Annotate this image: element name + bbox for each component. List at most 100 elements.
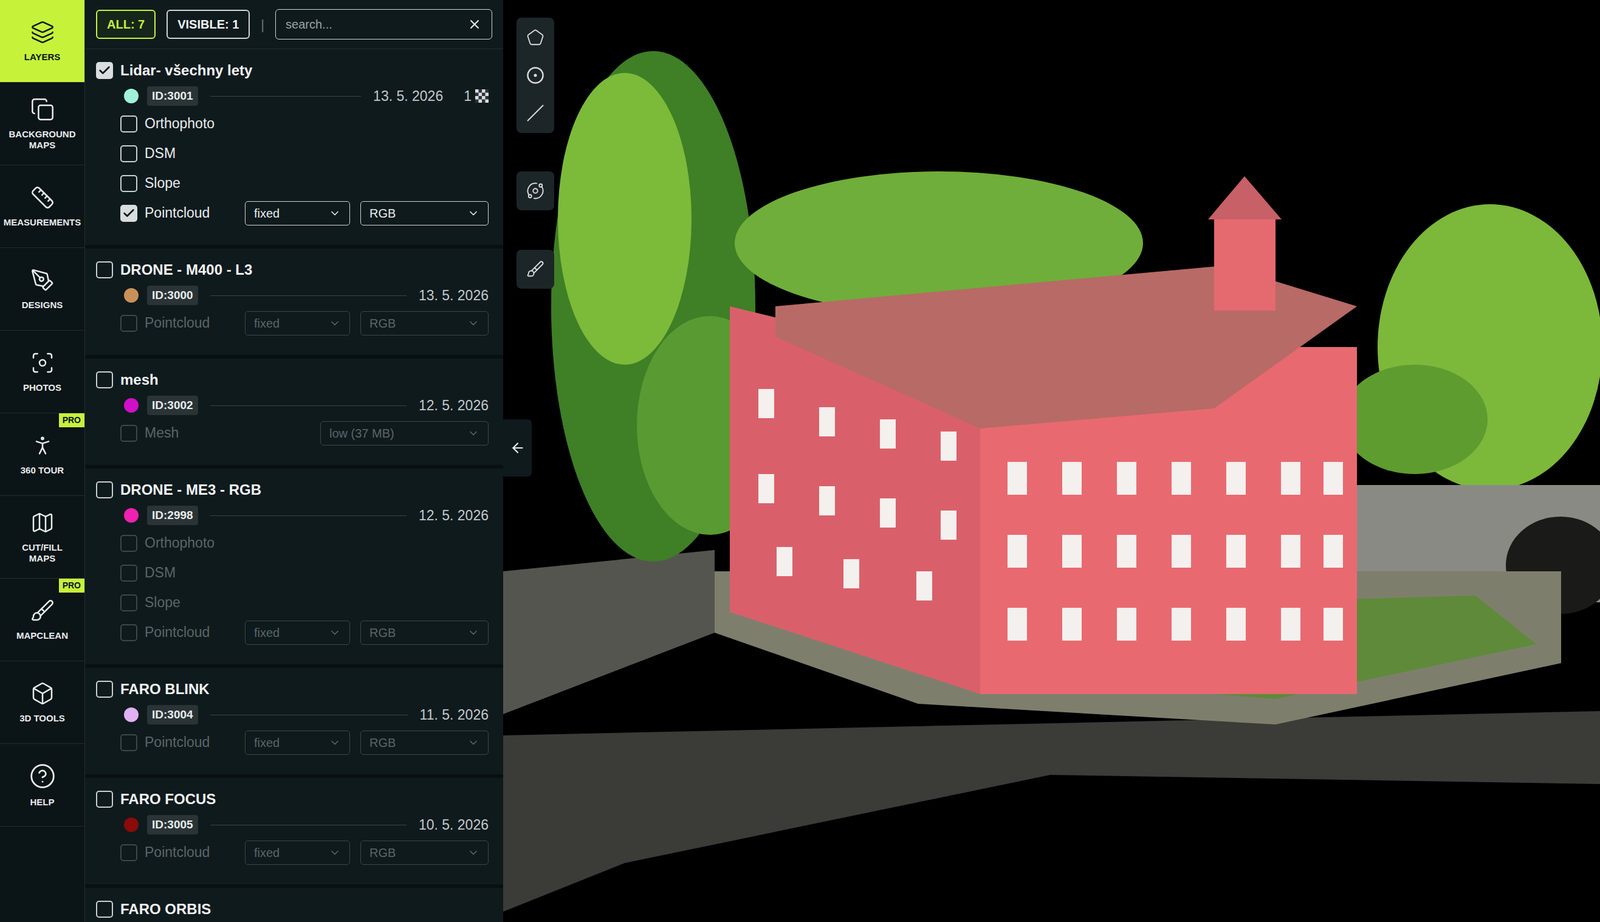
sublayer-checkbox[interactable]	[120, 314, 138, 332]
layer-card: DRONE - M400 - L3ID:300013. 5. 2026Point…	[85, 248, 504, 355]
layer-checkbox[interactable]	[96, 371, 114, 389]
layer-title-row: DRONE - M400 - L3	[96, 257, 489, 283]
layer-name[interactable]: FARO BLINK	[120, 678, 210, 701]
nav-item[interactable]: CUT/FILLMAPS	[0, 495, 85, 579]
sublayer-checkbox[interactable]	[120, 534, 138, 552]
sublayer-checkbox[interactable]	[120, 564, 138, 582]
nav-item[interactable]: MEASUREMENTS	[0, 165, 85, 248]
sublayer-checkbox[interactable]	[120, 145, 138, 163]
layer-checkbox[interactable]	[96, 790, 114, 808]
sublayer-checkbox[interactable]	[120, 594, 138, 612]
layer-card: meshID:300212. 5. 2026Meshlow (37 MB)	[85, 358, 504, 465]
nav-item[interactable]: 3D TOOLS	[0, 661, 85, 744]
sublayer-row: PointcloudfixedRGB	[96, 617, 489, 648]
collapse-panel-button[interactable]	[503, 419, 532, 477]
point-tool[interactable]	[516, 56, 555, 95]
nav-label: MEASUREMENTS	[3, 216, 82, 228]
layer-name[interactable]: DRONE - ME3 - RGB	[120, 478, 262, 501]
layer-color-dot	[123, 88, 139, 104]
check-icon	[122, 206, 136, 220]
layer-name[interactable]: FARO FOCUS	[120, 788, 216, 811]
sublayer-checkbox[interactable]	[120, 734, 138, 752]
layer-date: 12. 5. 2026	[418, 394, 489, 417]
clear-icon[interactable]	[467, 17, 482, 32]
layer-checkbox[interactable]	[96, 900, 114, 918]
sublayer-row: Orthophoto	[96, 108, 489, 139]
sublayer-label: Mesh	[144, 422, 313, 444]
search-field[interactable]	[275, 9, 493, 40]
layer-info-row: ID:300113. 5. 20261	[96, 83, 489, 109]
layers-header: ALL: 7VISIBLE: 1|	[85, 0, 504, 50]
brush-icon	[526, 260, 545, 279]
clean-button[interactable]	[516, 249, 555, 289]
visible-filter[interactable]: VISIBLE: 1	[166, 9, 250, 39]
layer-name[interactable]: FARO ORBIS	[120, 898, 211, 921]
nav-item[interactable]: LAYERS	[0, 0, 85, 83]
layer-title-row: FARO BLINK	[96, 676, 489, 702]
nav-item[interactable]: PHOTOS	[0, 330, 85, 414]
orbit-button[interactable]	[516, 171, 555, 211]
layer-card: DRONE - ME3 - RGBID:299812. 5. 2026Ortho…	[85, 468, 504, 665]
dropdown[interactable]: fixed	[244, 840, 351, 865]
layer-date: 13. 5. 2026	[373, 85, 443, 107]
nav-item[interactable]: 360 TOURPRO	[0, 413, 85, 496]
sublayer-checkbox[interactable]	[120, 204, 138, 222]
check-icon	[97, 63, 112, 78]
nav-item[interactable]: MAPCLEANPRO	[0, 578, 85, 662]
layer-card: FARO FOCUSID:300510. 5. 2026Pointcloudfi…	[85, 777, 504, 885]
sublayer-label: Orthophoto	[144, 532, 489, 554]
nav-label: DESIGNS	[21, 299, 64, 311]
nav-label: MAPCLEAN	[16, 630, 69, 642]
layer-title-row: FARO FOCUS	[96, 786, 489, 812]
sublayer-checkbox[interactable]	[120, 175, 138, 193]
line-tool[interactable]	[516, 94, 555, 132]
layer-checkbox[interactable]	[96, 680, 114, 698]
dropdown[interactable]: RGB	[360, 840, 489, 865]
dropdown[interactable]: low (37 MB)	[320, 421, 489, 446]
sublayer-row: DSM	[96, 138, 489, 169]
nav-item[interactable]: HELP	[0, 743, 85, 827]
dropdown[interactable]: fixed	[244, 730, 351, 755]
dropdown[interactable]: RGB	[360, 311, 489, 336]
dropdown[interactable]: fixed	[244, 201, 351, 226]
layer-color-dot	[123, 508, 139, 523]
layer-checkbox[interactable]	[96, 61, 114, 79]
search-input[interactable]	[285, 15, 468, 34]
draw-toolbar	[516, 17, 555, 134]
divider-line	[210, 96, 361, 97]
layers-icon	[30, 20, 55, 45]
sublayer-row: DSM	[96, 557, 489, 588]
dropdown[interactable]: RGB	[360, 730, 489, 755]
viewport[interactable]	[503, 0, 1600, 922]
layer-title-row: FARO ORBIS	[96, 896, 489, 922]
layer-name[interactable]: mesh	[120, 368, 159, 391]
sublayer-checkbox[interactable]	[120, 424, 138, 442]
chevron-down-icon	[467, 427, 480, 440]
sublayer-row: Slope	[96, 587, 489, 618]
polygon-tool[interactable]	[516, 18, 555, 57]
tour-icon	[30, 433, 55, 458]
layer-name[interactable]: DRONE - M400 - L3	[120, 258, 253, 281]
dropdown[interactable]: fixed	[244, 311, 351, 336]
dropdown[interactable]: RGB	[360, 620, 489, 645]
layer-checkbox[interactable]	[96, 261, 114, 279]
dropdown[interactable]: RGB	[360, 201, 489, 226]
layer-id-badge: ID:3005	[147, 814, 199, 835]
nav-item[interactable]: BACKGROUNDMAPS	[0, 82, 85, 166]
nav-item[interactable]: DESIGNS	[0, 247, 85, 331]
chevron-down-icon	[328, 207, 341, 220]
dropdown[interactable]: fixed	[244, 620, 351, 645]
sublayer-checkbox[interactable]	[120, 624, 138, 642]
sublayer-label: Pointcloud	[144, 312, 238, 334]
sublayer-checkbox[interactable]	[120, 115, 138, 133]
sublayer-label: Pointcloud	[144, 731, 238, 753]
all-filter[interactable]: ALL: 7	[96, 9, 156, 39]
layer-color-dot	[123, 288, 139, 303]
layer-name[interactable]: Lidar- všechny lety	[120, 59, 253, 82]
layer-card: Lidar- všechny letyID:300113. 5. 20261Or…	[85, 49, 504, 245]
sublayer-checkbox[interactable]	[120, 844, 138, 862]
layer-checkbox[interactable]	[96, 481, 114, 499]
nav-label: LAYERS	[24, 51, 61, 63]
pointcloud-render[interactable]	[503, 0, 1600, 922]
measurements-icon	[30, 185, 55, 210]
